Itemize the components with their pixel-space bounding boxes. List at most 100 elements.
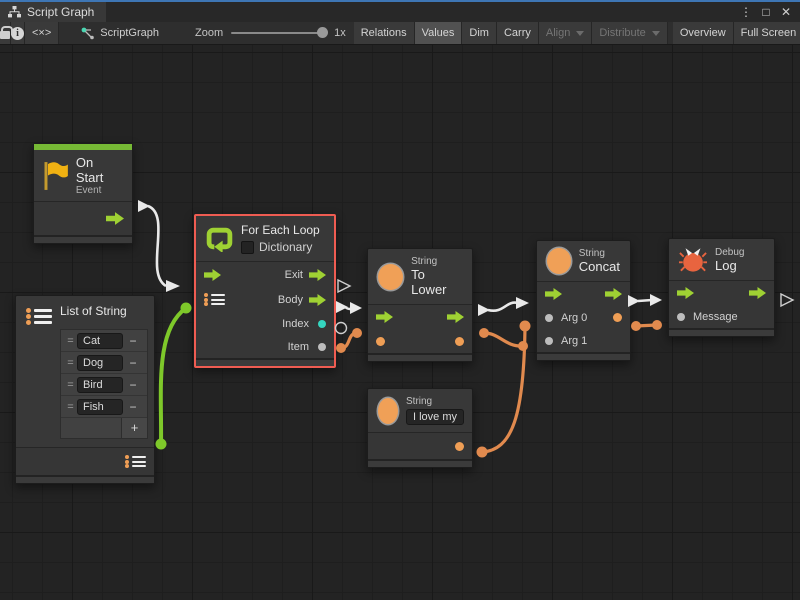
wire-list-to-foreach[interactable] bbox=[156, 303, 192, 450]
unconnected-index-indicator[interactable] bbox=[336, 323, 347, 334]
list-item-input[interactable] bbox=[77, 355, 123, 371]
exit-output-port[interactable] bbox=[447, 311, 464, 323]
window-menu-icon[interactable]: ⋮ bbox=[738, 5, 754, 19]
wire-concat-to-message[interactable] bbox=[631, 320, 662, 331]
tab-title: Script Graph bbox=[27, 5, 94, 19]
node-title: On Start bbox=[76, 155, 124, 185]
node-subtitle: Event bbox=[76, 185, 124, 196]
enter-input-port[interactable] bbox=[204, 269, 221, 281]
result-output-port[interactable] bbox=[455, 337, 464, 346]
wire-item-to-tolower[interactable] bbox=[336, 328, 362, 353]
result-output-port[interactable] bbox=[613, 313, 622, 322]
enter-input-port[interactable] bbox=[545, 288, 562, 300]
loop-icon bbox=[206, 225, 233, 252]
code-icon: <×> bbox=[32, 27, 51, 39]
exit-output-port[interactable] bbox=[309, 269, 326, 281]
code-preview-button[interactable]: <×> bbox=[25, 22, 59, 44]
arg1-input-port[interactable] bbox=[545, 337, 553, 345]
value-output-port[interactable] bbox=[455, 442, 464, 451]
overview-button[interactable]: Overview bbox=[673, 22, 734, 44]
flag-icon bbox=[42, 161, 68, 191]
string-value-input[interactable] bbox=[406, 409, 464, 425]
enter-input-port[interactable] bbox=[677, 287, 694, 299]
tab-script-graph[interactable]: Script Graph bbox=[0, 2, 106, 22]
port-label-message: Message bbox=[693, 311, 738, 323]
wire-concat-to-log[interactable] bbox=[628, 294, 662, 307]
values-button[interactable]: Values bbox=[415, 22, 463, 44]
drag-handle[interactable]: = bbox=[64, 335, 77, 347]
carry-button[interactable]: Carry bbox=[497, 22, 539, 44]
zoom-slider[interactable] bbox=[231, 32, 326, 34]
list-item-input[interactable] bbox=[77, 399, 123, 415]
node-string-to-lower[interactable]: String To Lower bbox=[367, 248, 473, 362]
wire-string-to-arg0[interactable] bbox=[477, 321, 531, 458]
info-button[interactable]: i bbox=[11, 22, 25, 44]
string-type-icon bbox=[378, 398, 398, 424]
relations-button[interactable]: Relations bbox=[354, 22, 415, 44]
remove-item-button[interactable]: − bbox=[123, 400, 143, 414]
body-output-port[interactable] bbox=[309, 294, 326, 306]
list-item-input[interactable] bbox=[77, 333, 123, 349]
index-output-port[interactable] bbox=[318, 320, 326, 328]
node-footer bbox=[669, 328, 774, 336]
wire-tolower-to-arg1[interactable] bbox=[479, 328, 528, 351]
node-string-literal[interactable]: String bbox=[367, 388, 473, 468]
node-title: For Each Loop bbox=[241, 223, 320, 237]
node-title: Log bbox=[715, 258, 744, 273]
window-close-icon[interactable]: ✕ bbox=[778, 5, 794, 19]
node-string-concat[interactable]: String Concat Arg 0 bbox=[536, 240, 631, 361]
node-debug-log[interactable]: Debug Log Message bbox=[668, 238, 775, 337]
add-item-button[interactable]: + bbox=[121, 418, 147, 438]
list-icon bbox=[26, 306, 52, 327]
node-category: Debug bbox=[715, 247, 744, 258]
port-label-index: Index bbox=[282, 318, 309, 330]
port-label-arg0: Arg 0 bbox=[561, 312, 587, 324]
exit-output-port[interactable] bbox=[749, 287, 766, 299]
item-output-port[interactable] bbox=[318, 343, 326, 351]
wire-onstart-to-foreach[interactable] bbox=[138, 200, 180, 292]
remove-item-button[interactable]: − bbox=[123, 334, 143, 348]
string-type-icon bbox=[547, 248, 571, 274]
list-item: = − bbox=[61, 330, 147, 352]
list-output-port[interactable] bbox=[125, 454, 146, 470]
window-maximize-icon[interactable]: □ bbox=[758, 5, 774, 19]
node-footer bbox=[368, 353, 472, 361]
message-input-port[interactable] bbox=[677, 313, 685, 321]
exit-output-port[interactable] bbox=[605, 288, 622, 300]
wire-tolower-to-concat[interactable] bbox=[478, 297, 529, 316]
arg0-input-port[interactable] bbox=[545, 314, 553, 322]
node-footer bbox=[16, 475, 154, 483]
drag-handle[interactable]: = bbox=[64, 401, 77, 413]
string-input-port[interactable] bbox=[376, 337, 385, 346]
node-for-each-loop[interactable]: For Each Loop Dictionary Exit bbox=[194, 214, 336, 368]
zoom-slider-handle[interactable] bbox=[317, 27, 328, 38]
unconnected-log-exit-indicator[interactable] bbox=[781, 294, 793, 306]
graph-breadcrumb[interactable]: ScriptGraph bbox=[71, 22, 169, 44]
list-item-input[interactable] bbox=[77, 377, 123, 393]
graph-canvas[interactable]: On Start Event List of String bbox=[0, 45, 800, 600]
list-item: = − bbox=[61, 352, 147, 374]
remove-item-button[interactable]: − bbox=[123, 356, 143, 370]
trigger-output-port[interactable] bbox=[106, 212, 124, 225]
lock-icon bbox=[0, 31, 10, 39]
distribute-dropdown[interactable]: Distribute bbox=[592, 22, 667, 44]
dictionary-checkbox[interactable] bbox=[241, 241, 254, 254]
fullscreen-button[interactable]: Full Screen bbox=[734, 22, 800, 44]
collection-input-port[interactable] bbox=[204, 292, 225, 308]
remove-item-button[interactable]: − bbox=[123, 378, 143, 392]
chevron-down-icon bbox=[576, 31, 584, 36]
node-list-of-string[interactable]: List of String = − = − = − bbox=[15, 295, 155, 484]
lock-button[interactable] bbox=[0, 22, 11, 44]
node-category: String bbox=[406, 396, 464, 407]
graph-name-label: ScriptGraph bbox=[100, 27, 159, 39]
dim-button[interactable]: Dim bbox=[462, 22, 497, 44]
drag-handle[interactable]: = bbox=[64, 357, 77, 369]
scriptgraph-icon bbox=[81, 27, 95, 40]
node-on-start[interactable]: On Start Event bbox=[33, 143, 133, 244]
align-dropdown[interactable]: Align bbox=[539, 22, 592, 44]
chevron-down-icon bbox=[652, 31, 660, 36]
wire-body-to-tolower[interactable] bbox=[336, 301, 362, 314]
unconnected-exit-indicator[interactable] bbox=[338, 280, 350, 292]
enter-input-port[interactable] bbox=[376, 311, 393, 323]
drag-handle[interactable]: = bbox=[64, 379, 77, 391]
